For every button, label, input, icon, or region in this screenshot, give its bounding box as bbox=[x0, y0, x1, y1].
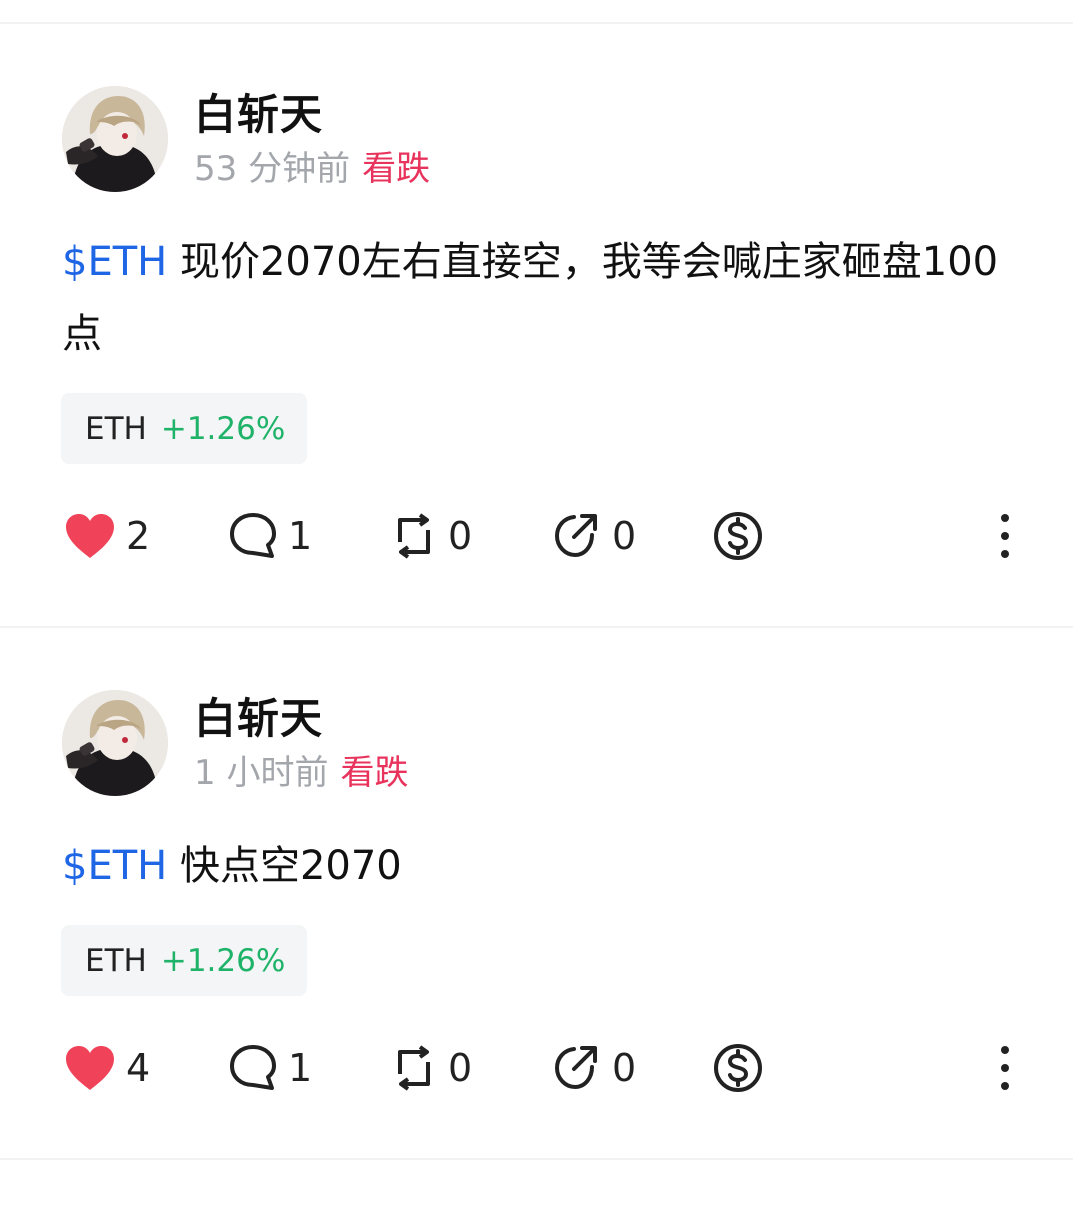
ticker-change: +1.26% bbox=[160, 410, 286, 447]
like-count: 4 bbox=[126, 1046, 151, 1090]
like-button[interactable]: 4 bbox=[64, 1038, 150, 1098]
avatar-image bbox=[62, 86, 168, 192]
sentiment-badge: 看跌 bbox=[340, 753, 409, 793]
comment-icon bbox=[230, 1045, 276, 1090]
tip-button[interactable] bbox=[712, 506, 764, 566]
share-icon bbox=[554, 1046, 597, 1090]
more-button[interactable] bbox=[990, 1038, 1020, 1098]
like-button[interactable]: 2 bbox=[64, 506, 150, 566]
ticker-chip[interactable]: ETH +1.26% bbox=[61, 925, 307, 996]
ticker-change: +1.26% bbox=[160, 942, 286, 979]
action-bar: 2 1 0 0 bbox=[0, 506, 1073, 566]
more-vertical-icon bbox=[1001, 1046, 1009, 1090]
more-button[interactable] bbox=[990, 506, 1020, 566]
avatar[interactable] bbox=[62, 690, 168, 796]
avatar[interactable] bbox=[62, 86, 168, 192]
tip-button[interactable] bbox=[712, 1038, 764, 1098]
username[interactable]: 白斩天 bbox=[194, 698, 323, 740]
post-content: $ETH 快点空2070 bbox=[62, 830, 1022, 902]
share-button[interactable]: 0 bbox=[552, 1038, 636, 1098]
repost-count: 0 bbox=[448, 514, 473, 558]
tip-dollar-icon bbox=[714, 1044, 762, 1092]
ticker-symbol: ETH bbox=[85, 410, 147, 447]
post-divider bbox=[0, 626, 1073, 628]
repost-icon bbox=[398, 513, 430, 559]
repost-button[interactable]: 0 bbox=[390, 506, 472, 566]
comment-icon bbox=[230, 513, 276, 558]
share-icon bbox=[554, 514, 597, 558]
comment-count: 1 bbox=[288, 1046, 313, 1090]
repost-button[interactable]: 0 bbox=[390, 1038, 472, 1098]
share-count: 0 bbox=[612, 514, 637, 558]
cashtag-link[interactable]: $ETH bbox=[62, 843, 167, 889]
post-time: 53 分钟前 bbox=[194, 149, 351, 189]
post-content: $ETH 现价2070左右直接空，我等会喊庄家砸盘100点 bbox=[62, 226, 1022, 370]
share-button[interactable]: 0 bbox=[552, 506, 636, 566]
heart-icon bbox=[66, 514, 114, 558]
like-count: 2 bbox=[126, 514, 151, 558]
post-meta: 1 小时前 看跌 bbox=[194, 756, 408, 790]
ticker-chip[interactable]: ETH +1.26% bbox=[61, 393, 307, 464]
bottom-divider bbox=[0, 1158, 1073, 1160]
username[interactable]: 白斩天 bbox=[194, 94, 323, 136]
post-text: 快点空2070 bbox=[167, 843, 402, 889]
heart-icon bbox=[66, 1046, 114, 1090]
top-divider bbox=[0, 22, 1073, 24]
more-vertical-icon bbox=[1001, 514, 1009, 558]
comment-button[interactable]: 1 bbox=[228, 1038, 312, 1098]
post-time: 1 小时前 bbox=[194, 753, 329, 793]
comment-button[interactable]: 1 bbox=[228, 506, 312, 566]
tip-dollar-icon bbox=[714, 512, 762, 560]
post-meta: 53 分钟前 看跌 bbox=[194, 152, 430, 186]
sentiment-badge: 看跌 bbox=[362, 149, 431, 189]
post-text: 现价2070左右直接空，我等会喊庄家砸盘100点 bbox=[62, 239, 999, 357]
comment-count: 1 bbox=[288, 514, 313, 558]
repost-count: 0 bbox=[448, 1046, 473, 1090]
share-count: 0 bbox=[612, 1046, 637, 1090]
avatar-image bbox=[62, 690, 168, 796]
repost-icon bbox=[398, 1045, 430, 1091]
ticker-symbol: ETH bbox=[85, 942, 147, 979]
action-bar: 4 1 0 0 bbox=[0, 1038, 1073, 1098]
cashtag-link[interactable]: $ETH bbox=[62, 239, 167, 285]
